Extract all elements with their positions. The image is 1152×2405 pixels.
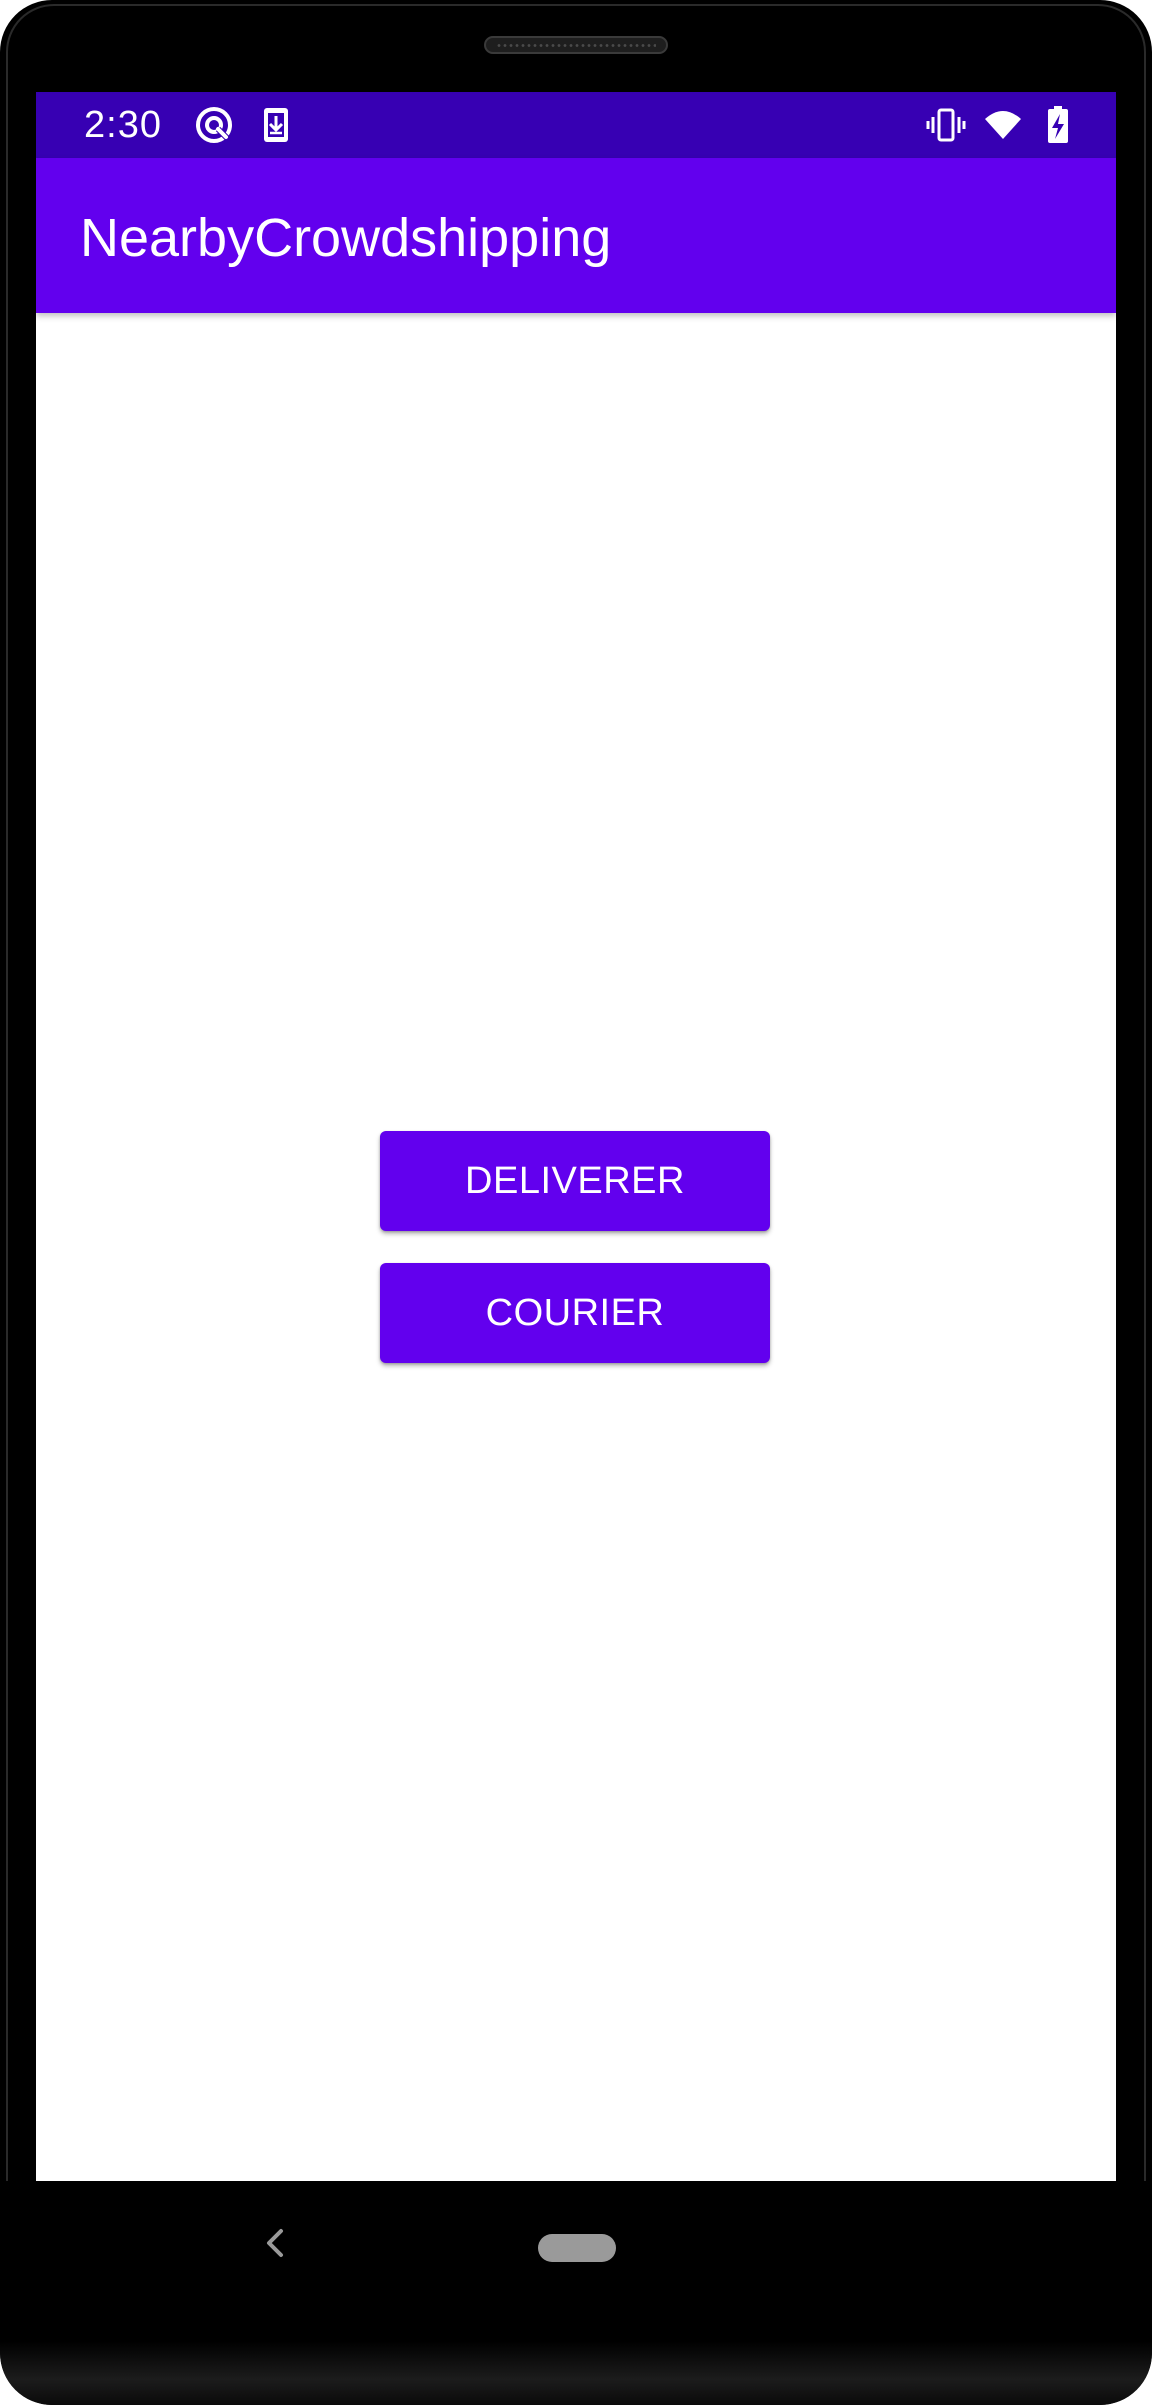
bottom-bezel bbox=[0, 2341, 1152, 2405]
app-title: NearbyCrowdshipping bbox=[80, 208, 612, 268]
battery-charging-icon bbox=[1048, 106, 1068, 143]
home-pill-icon[interactable] bbox=[538, 2234, 616, 2262]
deliverer-button[interactable]: DELIVERER bbox=[380, 1131, 770, 1231]
download-icon bbox=[264, 108, 288, 142]
earpiece-speaker bbox=[484, 36, 668, 54]
courier-button[interactable]: COURIER bbox=[380, 1263, 770, 1363]
app-bar: NearbyCrowdshipping bbox=[36, 158, 1116, 313]
wifi-icon bbox=[985, 111, 1021, 139]
status-time: 2:30 bbox=[84, 104, 162, 146]
vibrate-icon bbox=[926, 108, 966, 142]
screen: 2:30 NearbyCrowdshipping DELIVERER COURI… bbox=[36, 92, 1116, 2181]
phone-frame: 2:30 NearbyCrowdshipping DELIVERER COURI… bbox=[0, 0, 1152, 2405]
navigation-bar bbox=[0, 2181, 1152, 2341]
back-icon[interactable] bbox=[256, 2223, 296, 2263]
sync-icon bbox=[196, 107, 232, 143]
status-bar: 2:30 bbox=[36, 92, 1116, 158]
